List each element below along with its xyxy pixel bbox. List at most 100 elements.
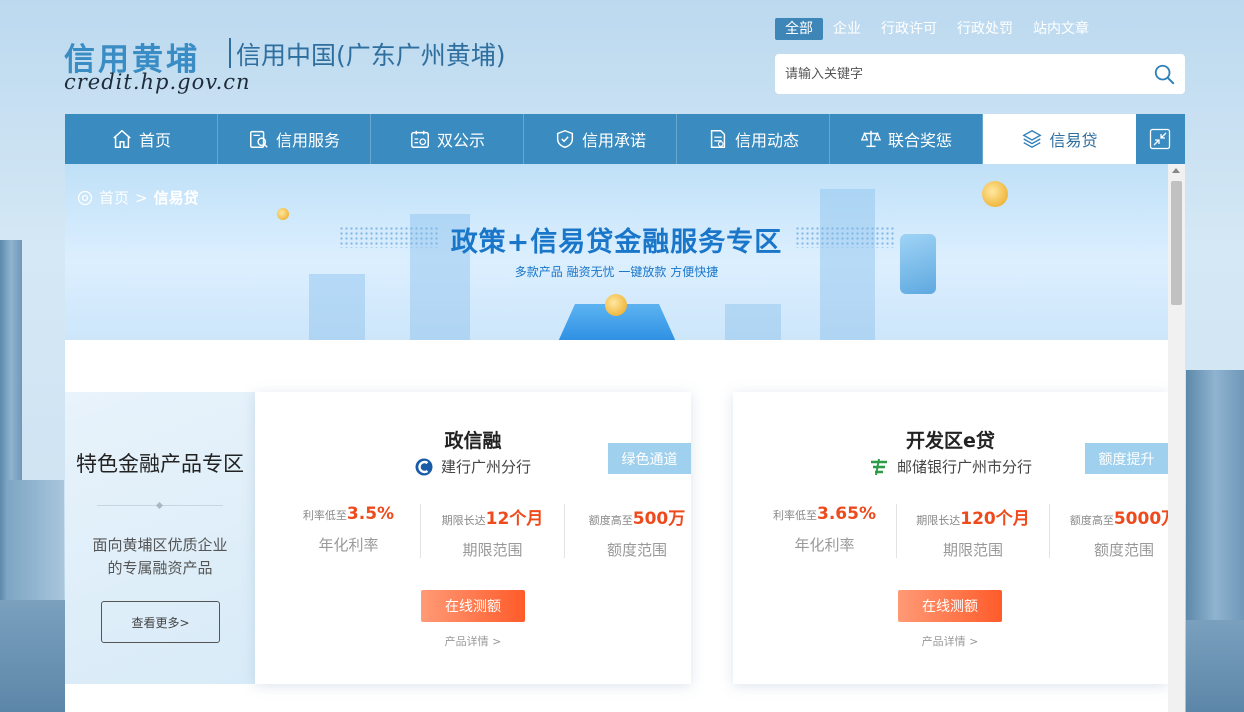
collapse-icon <box>1149 128 1171 150</box>
promo-panel: 特色金融产品专区 面向黄埔区优质企业 的专属融资产品 查看更多> <box>65 392 255 684</box>
online-quota-button[interactable]: 在线测额 <box>421 590 525 622</box>
main-panel: 首页 > 信易贷 政策+信易贷金融服务专区 多款产品 融资无忧 一键放款 方便快… <box>65 164 1168 712</box>
nav-label: 信用动态 <box>734 131 799 150</box>
scrollbar-thumb[interactable] <box>1171 181 1182 305</box>
bank-name: 邮储银行广州市分行 <box>896 458 1032 476</box>
nav-label: 信易贷 <box>1049 131 1098 150</box>
scale-icon <box>860 130 882 148</box>
stat-value: 3.65% <box>817 504 876 524</box>
nav-item-double-publicity[interactable]: 双公示 <box>371 114 524 164</box>
shield-icon <box>556 129 574 149</box>
stat-value: 500万 <box>632 509 686 529</box>
page-scrollbar[interactable] <box>1168 164 1185 712</box>
background-water <box>1186 620 1244 712</box>
nav-item-credit-service[interactable]: 信用服务 <box>218 114 371 164</box>
product-tag: 额度提升 <box>1085 443 1168 474</box>
logo-divider <box>229 38 231 68</box>
search-tab-articles[interactable]: 站内文章 <box>1023 18 1099 40</box>
search-input[interactable] <box>775 54 1135 94</box>
nav-item-home[interactable]: 首页 <box>65 114 218 164</box>
banner: 首页 > 信易贷 政策+信易贷金融服务专区 多款产品 融资无忧 一键放款 方便快… <box>65 164 1168 340</box>
stat-amount: 额度高至500万 额度范围 <box>565 504 709 559</box>
stat-rate: 利率低至3.65% 年化利率 <box>753 504 897 558</box>
search-tabs: 全部 企业 行政许可 行政处罚 站内文章 <box>775 18 1099 40</box>
search-tab-license[interactable]: 行政许可 <box>871 18 947 40</box>
breadcrumb: 首页 > 信易贷 <box>77 187 199 208</box>
stat-prefix: 利率低至 <box>302 509 347 522</box>
promo-description: 面向黄埔区优质企业 的专属融资产品 <box>65 534 255 580</box>
product-tag: 绿色通道 <box>608 443 691 474</box>
search-tab-all[interactable]: 全部 <box>775 18 823 40</box>
view-more-button[interactable]: 查看更多> <box>101 601 220 643</box>
promo-desc-line: 面向黄埔区优质企业 <box>92 536 228 554</box>
bank-name: 建行广州分行 <box>440 458 531 476</box>
ccb-bank-icon <box>415 458 433 475</box>
product-stats: 利率低至3.65% 年化利率 期限长达120个月 期限范围 额度高至5000万 … <box>753 504 1168 559</box>
stat-value: 120个月 <box>960 509 1030 529</box>
stat-prefix: 额度高至 <box>588 514 633 527</box>
nav-collapse-button[interactable] <box>1136 114 1184 164</box>
nav-label: 联合奖惩 <box>887 131 952 150</box>
nav-item-credit-news[interactable]: 信用动态 <box>677 114 830 164</box>
stat-term: 期限长达12个月 期限范围 <box>421 504 565 559</box>
home-icon <box>113 129 131 148</box>
search-box <box>775 54 1185 94</box>
product-card: 开发区e贷 邮储银行广州市分行 额度提升 利率低至3.65% 年化利率 期限长达… <box>733 392 1168 684</box>
main-nav: 首页 信用服务 双公示 信用承诺 信用动态 联合奖惩 信易贷 <box>65 114 1185 164</box>
banner-decoration <box>725 304 781 340</box>
stat-label: 期限范围 <box>462 541 523 559</box>
breadcrumb-home[interactable]: 首页 <box>99 187 129 208</box>
product-detail-link[interactable]: 产品详情 > <box>421 633 525 649</box>
product-card: 政信融 建行广州分行 绿色通道 利率低至3.5% 年化利率 期限长达12个月 期… <box>255 392 691 684</box>
search-tab-penalty[interactable]: 行政处罚 <box>947 18 1023 40</box>
banner-title: 政策+信易贷金融服务专区 <box>450 227 783 258</box>
stat-value: 5000万 <box>1113 509 1168 529</box>
stat-rate: 利率低至3.5% 年化利率 <box>277 504 421 558</box>
service-icon <box>250 130 268 148</box>
stat-amount: 额度高至5000万 额度范围 <box>1050 504 1168 559</box>
stat-label: 期限范围 <box>942 541 1003 559</box>
nav-label: 信用承诺 <box>581 131 646 150</box>
site-url: credit.hp.gov.cn <box>64 70 251 94</box>
search-icon[interactable] <box>1153 63 1175 85</box>
banner-subtitle: 多款产品 融资无忧 一键放款 方便快捷 <box>514 265 719 279</box>
stat-label: 额度范围 <box>1093 541 1154 559</box>
product-detail-link[interactable]: 产品详情 > <box>898 633 1002 649</box>
nav-item-credit-loan[interactable]: 信易贷 <box>983 114 1136 164</box>
nav-label: 双公示 <box>436 131 485 150</box>
stat-label: 额度范围 <box>606 541 667 559</box>
coin-icon <box>605 294 627 316</box>
breadcrumb-separator: > <box>135 188 148 207</box>
stat-value: 3.5% <box>346 504 395 524</box>
stat-label: 年化利率 <box>794 536 855 554</box>
stat-prefix: 额度高至 <box>1069 514 1114 527</box>
stat-prefix: 利率低至 <box>773 509 817 522</box>
nav-label: 信用服务 <box>275 131 340 150</box>
promo-divider <box>97 505 223 506</box>
site-name: 信用中国(广东广州黄埔) <box>236 41 506 70</box>
stat-prefix: 期限长达 <box>916 514 961 527</box>
product-stats: 利率低至3.5% 年化利率 期限长达12个月 期限范围 额度高至500万 额度范… <box>277 504 709 559</box>
stat-label: 年化利率 <box>318 536 379 554</box>
stat-prefix: 期限长达 <box>441 514 486 527</box>
banner-decoration <box>309 274 365 340</box>
psbc-bank-icon <box>870 458 887 475</box>
coin-icon <box>277 208 289 220</box>
promo-desc-line: 的专属融资产品 <box>107 559 213 577</box>
scroll-up-arrow[interactable] <box>1172 168 1180 173</box>
stat-term: 期限长达120个月 期限范围 <box>897 504 1050 559</box>
coin-icon <box>982 181 1008 207</box>
location-icon <box>77 190 93 205</box>
nav-item-joint-reward[interactable]: 联合奖惩 <box>830 114 983 164</box>
publicity-icon <box>411 130 429 148</box>
background-water <box>0 600 65 712</box>
stat-value: 12个月 <box>485 509 544 529</box>
search-tab-enterprise[interactable]: 企业 <box>823 18 871 40</box>
nav-label: 首页 <box>138 131 171 150</box>
news-icon <box>710 130 726 148</box>
nav-item-credit-promise[interactable]: 信用承诺 <box>524 114 677 164</box>
promo-title: 特色金融产品专区 <box>76 452 244 476</box>
breadcrumb-current: 信易贷 <box>153 189 199 207</box>
online-quota-button[interactable]: 在线测额 <box>898 590 1002 622</box>
layers-icon <box>1022 129 1043 149</box>
